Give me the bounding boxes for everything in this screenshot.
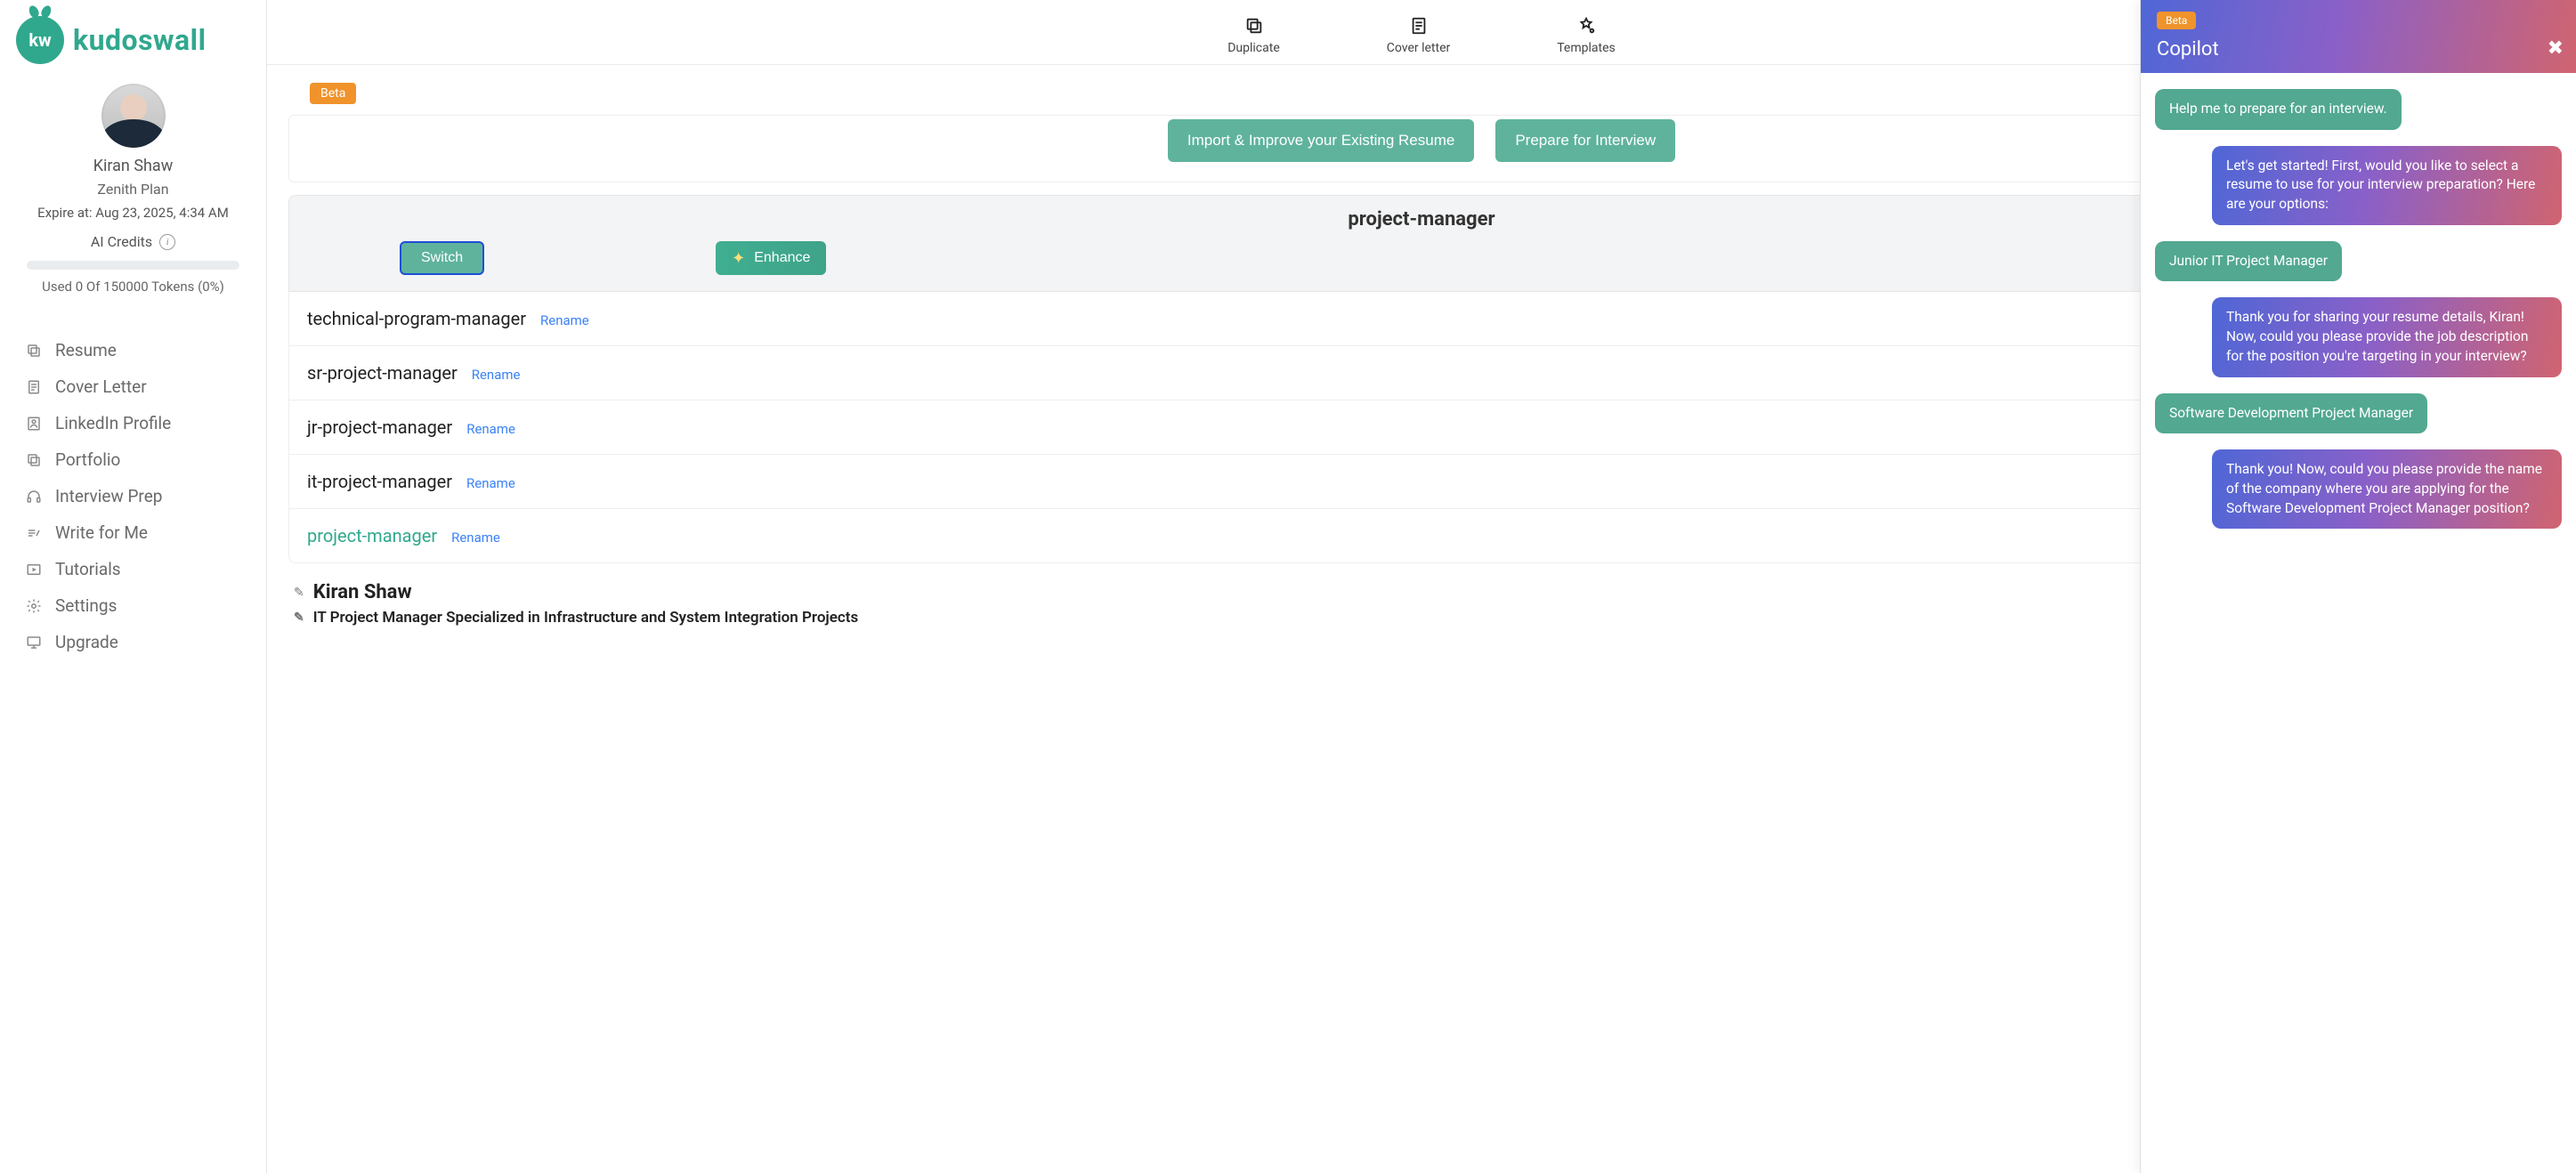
copilot-header: Beta Copilot ✖	[2141, 0, 2576, 73]
main: Duplicate Cover letter Templates Beta Im…	[267, 0, 2576, 1173]
chat-bot-message: Thank you! Now, could you please provide…	[2212, 449, 2562, 529]
brand-badge: kw	[16, 16, 64, 64]
chat-bot-message: Thank you for sharing your resume detail…	[2212, 297, 2562, 376]
duplicate-icon	[1244, 16, 1264, 36]
nav: Resume Cover Letter LinkedIn Profile Por…	[0, 332, 266, 660]
enhance-button[interactable]: ✦ Enhance	[716, 241, 826, 275]
nav-label: LinkedIn Profile	[55, 413, 171, 433]
tokens-progress	[27, 261, 239, 270]
chat-user-message: Software Development Project Manager	[2155, 393, 2427, 434]
toolbar-label: Templates	[1557, 41, 1616, 55]
profile-block: Kiran Shaw Zenith Plan Expire at: Aug 23…	[0, 77, 266, 311]
resume-item-name: sr-project-manager	[307, 362, 458, 384]
play-icon	[25, 561, 43, 578]
rename-link[interactable]: Rename	[466, 475, 515, 491]
toolbar-label: Duplicate	[1227, 41, 1280, 55]
profile-subtitle: IT Project Manager Specialized in Infras…	[313, 609, 859, 627]
enhance-label: Enhance	[754, 250, 810, 266]
nav-linkedin[interactable]: LinkedIn Profile	[0, 405, 266, 441]
nav-label: Resume	[55, 340, 117, 360]
nav-label: Cover Letter	[55, 376, 147, 397]
resume-item-name: jr-project-manager	[307, 417, 452, 438]
brand-badge-text: kw	[28, 29, 51, 51]
headset-icon	[25, 488, 43, 506]
nav-label: Settings	[55, 595, 117, 616]
prepare-interview-button[interactable]: Prepare for Interview	[1495, 119, 1675, 162]
copilot-chat[interactable]: Help me to prepare for an interview. Let'…	[2141, 73, 2576, 1173]
brand-name: kudoswall	[73, 23, 207, 57]
nav-cover-letter[interactable]: Cover Letter	[0, 368, 266, 405]
write-icon	[25, 524, 43, 542]
chat-user-message: Junior IT Project Manager	[2155, 241, 2342, 282]
resume-item-name: project-manager	[307, 525, 437, 546]
copilot-panel: Beta Copilot ✖ Help me to prepare for an…	[2140, 0, 2576, 1173]
nav-write-for-me[interactable]: Write for Me	[0, 514, 266, 551]
rename-link[interactable]: Rename	[540, 312, 589, 328]
nav-tutorials[interactable]: Tutorials	[0, 551, 266, 587]
beta-badge: Beta	[310, 83, 356, 104]
copilot-beta-badge: Beta	[2157, 12, 2196, 29]
import-resume-button[interactable]: Import & Improve your Existing Resume	[1168, 119, 1474, 162]
rename-link[interactable]: Rename	[472, 367, 521, 383]
toolbar-label: Cover letter	[1387, 41, 1450, 55]
rename-link[interactable]: Rename	[466, 421, 515, 437]
nav-settings[interactable]: Settings	[0, 587, 266, 624]
resume-item-name: it-project-manager	[307, 471, 452, 492]
profile-display-name: Kiran Shaw	[313, 581, 412, 603]
toolbar-cover-letter[interactable]: Cover letter	[1387, 16, 1450, 55]
avatar[interactable]	[101, 84, 166, 148]
info-icon[interactable]: i	[159, 234, 175, 250]
copy-icon	[25, 342, 43, 360]
nav-label: Write for Me	[55, 522, 148, 543]
nav-label: Portfolio	[55, 449, 120, 470]
resume-item-name: technical-program-manager	[307, 308, 526, 329]
nav-label: Upgrade	[55, 632, 118, 652]
document-icon	[1409, 16, 1429, 36]
ai-credits-label: AI Credits	[91, 233, 152, 250]
copy-icon	[25, 451, 43, 469]
rename-link[interactable]: Rename	[451, 530, 500, 546]
pencil-icon[interactable]: ✎	[294, 611, 304, 625]
nav-resume[interactable]: Resume	[0, 332, 266, 368]
nav-interview-prep[interactable]: Interview Prep	[0, 478, 266, 514]
sidebar: kw kudoswall Kiran Shaw Zenith Plan Expi…	[0, 0, 267, 1173]
nav-portfolio[interactable]: Portfolio	[0, 441, 266, 478]
brand-logo[interactable]: kw kudoswall	[0, 11, 266, 77]
ai-credits-row: AI Credits i	[12, 233, 254, 250]
switch-button[interactable]: Switch	[400, 241, 484, 275]
profile-plan: Zenith Plan	[12, 181, 254, 198]
gear-icon	[25, 597, 43, 615]
profile-icon	[25, 415, 43, 433]
nav-label: Tutorials	[55, 559, 121, 579]
templates-icon	[1576, 16, 1596, 36]
copilot-title: Copilot	[2157, 38, 2560, 61]
profile-expire: Expire at: Aug 23, 2025, 4:34 AM	[12, 205, 254, 221]
chat-bot-message: Let's get started! First, would you like…	[2212, 146, 2562, 225]
close-icon[interactable]: ✖	[2548, 37, 2564, 60]
nav-upgrade[interactable]: Upgrade	[0, 624, 266, 660]
chat-user-message: Help me to prepare for an interview.	[2155, 89, 2402, 130]
toolbar-templates[interactable]: Templates	[1557, 16, 1616, 55]
tokens-line: Used 0 Of 150000 Tokens (0%)	[12, 279, 254, 295]
toolbar-duplicate[interactable]: Duplicate	[1227, 16, 1280, 55]
document-icon	[25, 378, 43, 396]
monitor-icon	[25, 634, 43, 651]
sparkle-icon: ✦	[732, 249, 745, 268]
pencil-icon[interactable]: ✎	[294, 586, 304, 600]
profile-name: Kiran Shaw	[12, 157, 254, 175]
nav-label: Interview Prep	[55, 486, 162, 506]
